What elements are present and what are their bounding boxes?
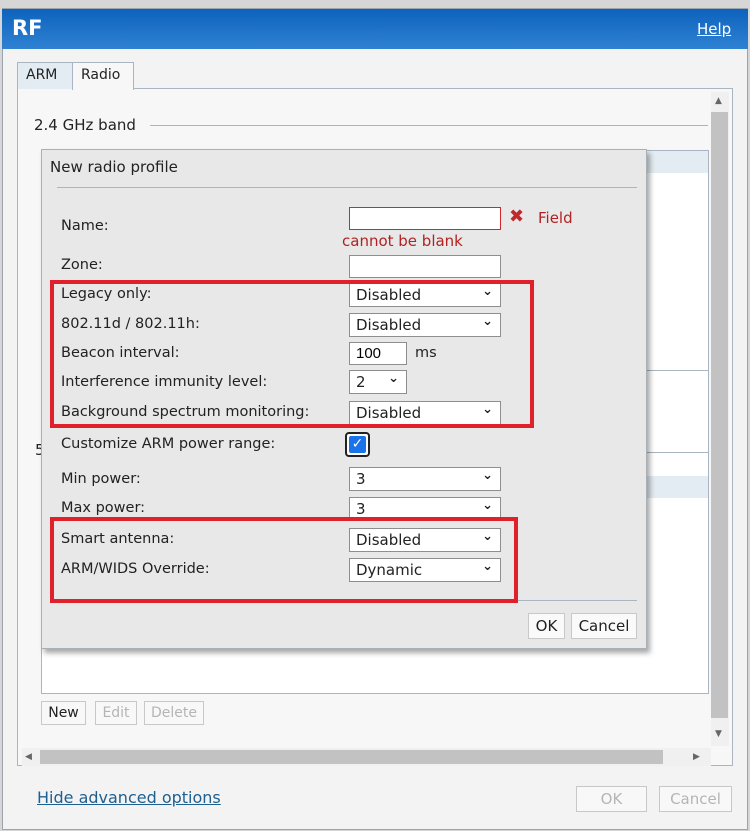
- highlight-box: [50, 280, 534, 428]
- max-power-label: Max power:: [61, 500, 146, 516]
- scroll-up-icon[interactable]: ▲: [715, 96, 722, 106]
- new-button[interactable]: New: [41, 701, 86, 725]
- name-label: Name:: [61, 218, 109, 234]
- highlight-box: [50, 517, 518, 603]
- divider: [57, 187, 637, 188]
- edit-button[interactable]: Edit: [95, 701, 137, 725]
- error-text-field: Field: [538, 209, 573, 227]
- error-text-blank: cannot be blank: [342, 232, 463, 250]
- customize-arm-label: Customize ARM power range:: [61, 436, 276, 452]
- delete-button[interactable]: Delete: [144, 701, 204, 725]
- tab-radio[interactable]: Radio: [72, 62, 134, 90]
- chevron-down-icon: ⌄: [482, 498, 493, 513]
- horizontal-scroll-thumb[interactable]: [40, 750, 663, 764]
- zone-input[interactable]: [349, 255, 501, 278]
- scroll-left-icon[interactable]: ◀: [25, 752, 32, 762]
- tab-arm[interactable]: ARM: [17, 62, 73, 89]
- min-power-label: Min power:: [61, 471, 141, 487]
- checkmark-icon: ✓: [349, 436, 366, 453]
- vertical-scroll-thumb[interactable]: [711, 112, 728, 718]
- divider: [150, 125, 708, 126]
- divider: [518, 600, 637, 601]
- error-x-icon: ✖: [509, 206, 525, 227]
- hide-advanced-options-link[interactable]: Hide advanced options: [37, 788, 221, 807]
- scroll-down-icon[interactable]: ▼: [715, 729, 722, 739]
- chevron-down-icon: ⌄: [482, 468, 493, 483]
- dialog-title: New radio profile: [50, 158, 178, 176]
- dialog-cancel-button[interactable]: Cancel: [571, 613, 637, 639]
- title-bar: [2, 9, 748, 49]
- name-input[interactable]: [349, 207, 501, 230]
- zone-label: Zone:: [61, 257, 103, 273]
- customize-arm-checkbox[interactable]: ✓: [345, 432, 370, 457]
- max-power-value: 3: [356, 500, 366, 518]
- window-title: RF: [12, 16, 43, 40]
- footer-ok-button[interactable]: OK: [576, 786, 647, 812]
- min-power-select[interactable]: 3 ⌄: [349, 467, 501, 491]
- footer-cancel-button[interactable]: Cancel: [659, 786, 732, 812]
- min-power-value: 3: [356, 470, 366, 488]
- scroll-right-icon[interactable]: ▶: [693, 752, 700, 762]
- band-24-label: 2.4 GHz band: [34, 116, 136, 134]
- dialog-ok-button[interactable]: OK: [528, 613, 565, 639]
- help-link[interactable]: Help: [697, 20, 731, 38]
